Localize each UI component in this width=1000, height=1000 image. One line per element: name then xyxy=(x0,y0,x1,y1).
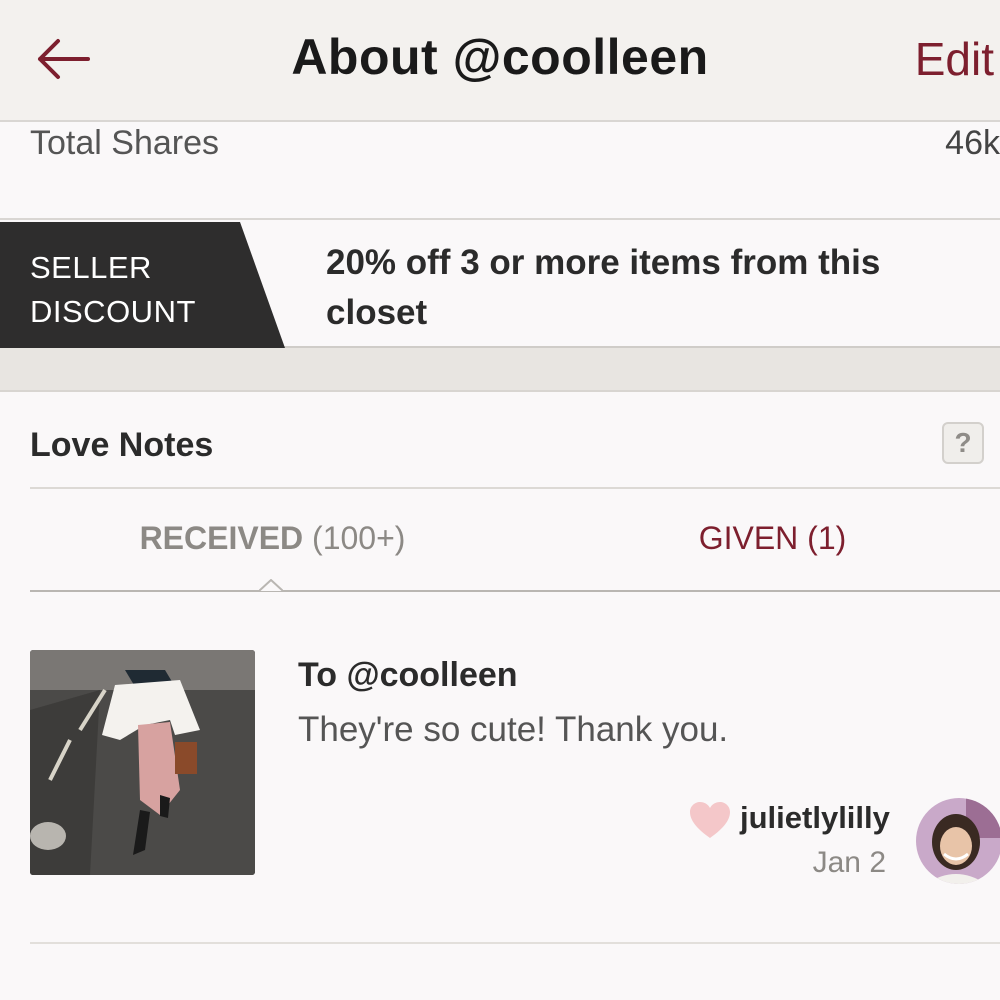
note-message: They're so cute! Thank you. xyxy=(298,710,729,749)
divider xyxy=(30,487,1000,489)
help-button[interactable]: ? xyxy=(942,422,984,464)
note-author-username[interactable]: julietlylilly xyxy=(740,800,890,836)
active-tab-caret-icon xyxy=(259,579,283,592)
avatar[interactable] xyxy=(916,798,1000,884)
love-notes-title: Love Notes xyxy=(30,426,214,464)
listing-photo xyxy=(30,650,255,875)
listing-thumbnail[interactable] xyxy=(30,650,255,875)
tab-received-count: (100+) xyxy=(312,520,406,556)
page-title: About @coolleen xyxy=(291,29,709,85)
note-date: Jan 2 xyxy=(812,846,886,879)
total-shares-label: Total Shares xyxy=(30,124,219,162)
edit-button[interactable]: Edit xyxy=(915,32,994,86)
note-recipient: To @coolleen xyxy=(298,656,518,694)
total-shares-value: 46k xyxy=(945,124,1000,162)
total-shares-row: Total Shares 46k xyxy=(0,122,1000,220)
tab-given[interactable]: GIVEN (1) xyxy=(545,520,1000,557)
seller-discount-text: 20% off 3 or more items from this closet xyxy=(326,243,881,332)
seller-discount-tag-line2: DISCOUNT xyxy=(30,294,196,329)
seller-discount-tag-label: SELLER DISCOUNT xyxy=(30,246,196,334)
tab-received[interactable]: RECEIVED (100+) xyxy=(0,520,545,557)
seller-discount-banner: SELLER DISCOUNT 20% off 3 or more items … xyxy=(0,222,1000,348)
heart-icon xyxy=(690,802,730,838)
user-avatar-photo xyxy=(916,798,1000,884)
tab-received-label: RECEIVED xyxy=(139,520,304,556)
top-nav-bar: About @coolleen Edit xyxy=(0,0,1000,122)
section-separator xyxy=(0,348,1000,392)
seller-discount-tag-line1: SELLER xyxy=(30,250,152,285)
tab-underline xyxy=(30,590,1000,592)
divider xyxy=(30,942,1000,944)
